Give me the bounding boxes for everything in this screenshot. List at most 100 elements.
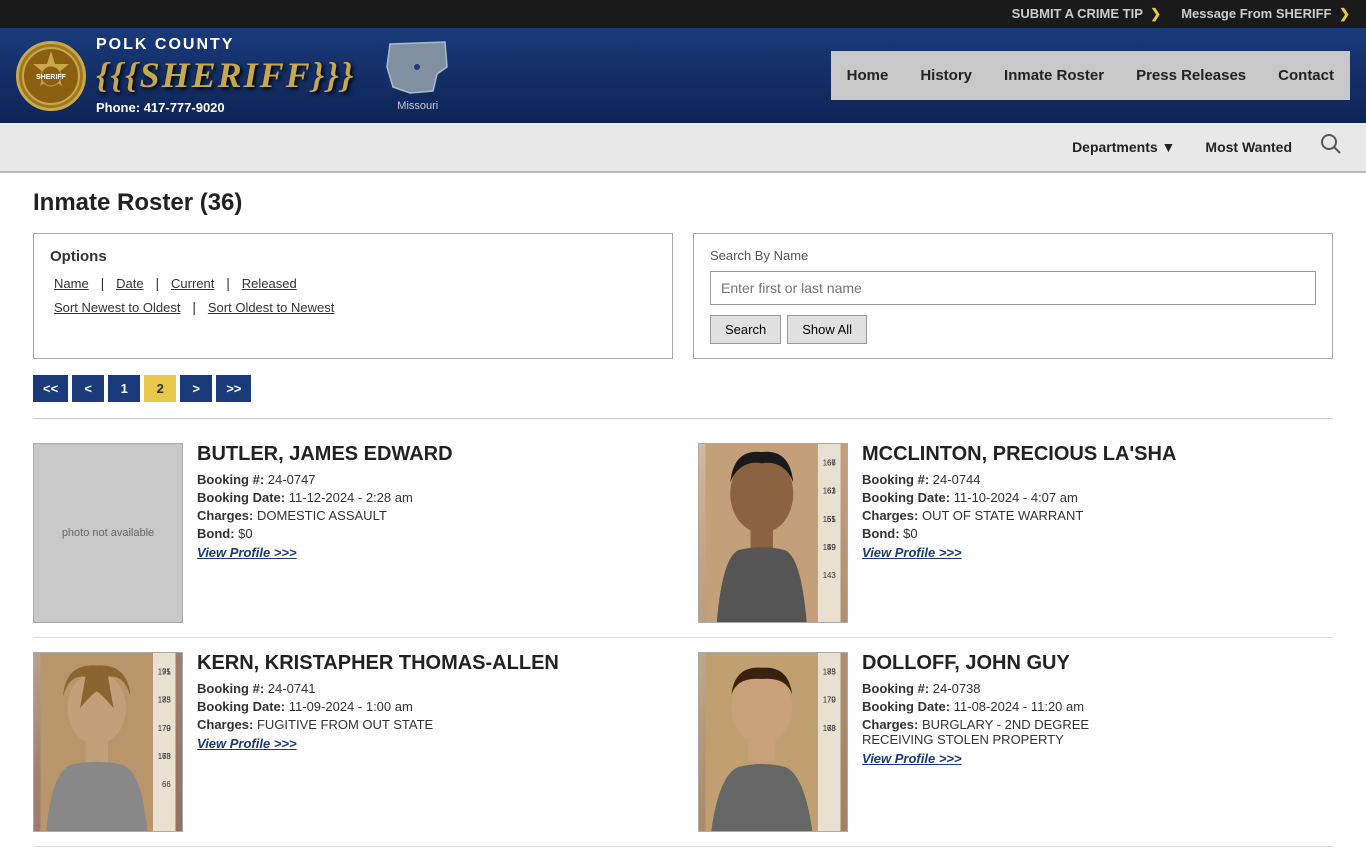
booking-date-label-mc: Booking Date:	[862, 490, 950, 505]
sort-newest-link[interactable]: Sort Newest to Oldest	[50, 300, 184, 315]
booking-num-value-dolloff: 24-0738	[933, 681, 981, 696]
page-first-button[interactable]: <<	[33, 375, 68, 402]
sheriff-title-block: POLK COUNTY {{{SHERIFF}}} Phone: 417-777…	[96, 36, 355, 115]
page-last-button[interactable]: >>	[216, 375, 251, 402]
svg-text:59: 59	[827, 543, 836, 552]
crime-tip-chevron: ❯	[1150, 6, 1161, 21]
options-filter-links: Name | Date | Current | Released	[50, 275, 656, 291]
show-all-button[interactable]: Show All	[787, 315, 867, 344]
message-prefix: Message From	[1181, 6, 1276, 21]
inmate-booking-num-dolloff: Booking #: 24-0738	[862, 681, 1089, 696]
inmate-photo-dolloff: 185 179 173 73 70 68	[698, 652, 848, 832]
divider-top	[33, 418, 1333, 419]
svg-text:63: 63	[827, 487, 836, 496]
search-button[interactable]: Search	[710, 315, 781, 344]
filter-released-link[interactable]: Released	[238, 276, 301, 291]
inmate-info-kern: KERN, KRISTAPHER THOMAS-ALLEN Booking #:…	[197, 652, 559, 751]
booking-date-label-k: Booking Date:	[197, 699, 285, 714]
booking-num-value-butler: 24-0747	[268, 472, 316, 487]
inmate-charges-mcclinton: Charges: OUT OF STATE WARRANT	[862, 508, 1176, 523]
nav-press-releases[interactable]: Press Releases	[1120, 51, 1262, 100]
crime-tip-link[interactable]: SUBMIT A CRIME TIP ❯	[1012, 6, 1162, 22]
booking-date-value-kern: 11-09-2024 - 1:00 am	[289, 699, 413, 714]
svg-text:66: 66	[162, 780, 171, 789]
page-1-button[interactable]: 1	[108, 375, 140, 402]
pagination: << < 1 2 > >>	[33, 375, 1333, 402]
filter-name-link[interactable]: Name	[50, 276, 93, 291]
view-profile-dolloff[interactable]: View Profile >>>	[862, 751, 962, 766]
page-next-button[interactable]: >	[180, 375, 212, 402]
sheriff-word: {{{SHERIFF}}}	[96, 54, 355, 96]
charges-value-mcclinton: OUT OF STATE WARRANT	[922, 508, 1083, 523]
view-profile-butler[interactable]: View Profile >>>	[197, 545, 297, 560]
booking-num-label-d: Booking #:	[862, 681, 929, 696]
page-prev-button[interactable]: <	[72, 375, 104, 402]
options-title: Options	[50, 248, 656, 265]
booking-date-label: Booking Date:	[197, 490, 285, 505]
crime-tip-highlight: CRIME TIP	[1077, 6, 1143, 21]
bond-label: Bond:	[197, 526, 235, 541]
inmate-booking-date-dolloff: Booking Date: 11-08-2024 - 11:20 am	[862, 699, 1089, 714]
inmate-photo-kern: 191 185 179 173 75 73 70 68 66	[33, 652, 183, 832]
sort-oldest-link[interactable]: Sort Oldest to Newest	[204, 300, 338, 315]
inmate-booking-date-kern: Booking Date: 11-09-2024 - 1:00 am	[197, 699, 559, 714]
booking-num-value-mcclinton: 24-0744	[933, 472, 981, 487]
most-wanted-label: Most Wanted	[1205, 139, 1292, 155]
charges-value-butler: DOMESTIC ASSAULT	[257, 508, 387, 523]
search-by-name-label: Search By Name	[710, 248, 1316, 263]
options-search-row: Options Name | Date | Current | Released…	[33, 233, 1333, 359]
inmate-info-butler: BUTLER, JAMES EDWARD Booking #: 24-0747 …	[197, 443, 453, 560]
inmate-booking-num-kern: Booking #: 24-0741	[197, 681, 559, 696]
charges-value-kern: FUGITIVE FROM OUT STATE	[257, 717, 433, 732]
charges-label-mc: Charges:	[862, 508, 918, 523]
message-highlight: SHERIFF	[1276, 6, 1332, 21]
polk-county-label: POLK COUNTY	[96, 36, 355, 54]
svg-text:73: 73	[827, 668, 836, 677]
main-nav-bar: Home History Inmate Roster Press Release…	[831, 51, 1350, 100]
sheriff-badge: SHERIFF	[16, 41, 86, 111]
inmate-name-mcclinton: MCCLINTON, PRECIOUS LA'SHA	[862, 443, 1176, 466]
state-label: Missouri	[385, 100, 450, 112]
inmate-info-dolloff: DOLLOFF, JOHN GUY Booking #: 24-0738 Boo…	[862, 652, 1089, 766]
svg-text:61: 61	[827, 515, 836, 524]
inmate-booking-date-mcclinton: Booking Date: 11-10-2024 - 4:07 am	[862, 490, 1176, 505]
svg-text:70: 70	[162, 724, 171, 733]
nav-inmate-roster[interactable]: Inmate Roster	[988, 51, 1120, 100]
bond-value-mcclinton: $0	[903, 526, 917, 541]
nav-contact[interactable]: Contact	[1262, 51, 1350, 100]
header-nav: Home History Inmate Roster Press Release…	[470, 51, 1350, 100]
bond-label-mc: Bond:	[862, 526, 900, 541]
booking-date-value-butler: 11-12-2024 - 2:28 am	[289, 490, 413, 505]
filter-date-link[interactable]: Date	[112, 276, 147, 291]
phone-info: Phone: 417-777-9020	[96, 100, 355, 115]
options-box: Options Name | Date | Current | Released…	[33, 233, 673, 359]
most-wanted-link[interactable]: Most Wanted	[1195, 133, 1302, 161]
view-profile-kern[interactable]: View Profile >>>	[197, 736, 297, 751]
bond-value-butler: $0	[238, 526, 252, 541]
departments-button[interactable]: Departments ▼	[1062, 133, 1185, 161]
svg-text:68: 68	[162, 752, 171, 761]
missouri-map: Missouri	[385, 39, 450, 112]
svg-text:143: 143	[823, 571, 837, 580]
page-2-button[interactable]: 2	[144, 375, 176, 402]
message-sheriff-link[interactable]: Message From SHERIFF ❯	[1181, 6, 1350, 22]
charges-label: Charges:	[197, 508, 253, 523]
svg-text:73: 73	[162, 696, 171, 705]
name-search-input[interactable]	[710, 271, 1316, 305]
nav-home[interactable]: Home	[831, 51, 905, 100]
booking-num-label-k: Booking #:	[197, 681, 264, 696]
inmate-entry-butler: photo not available BUTLER, JAMES EDWARD…	[33, 443, 668, 623]
sort-links: Sort Newest to Oldest | Sort Oldest to N…	[50, 299, 656, 315]
inmate-name-butler: BUTLER, JAMES EDWARD	[197, 443, 453, 466]
filter-current-link[interactable]: Current	[167, 276, 218, 291]
main-content: Inmate Roster (36) Options Name | Date |…	[13, 173, 1353, 863]
nav-history[interactable]: History	[904, 51, 988, 100]
inmate-name-kern: KERN, KRISTAPHER THOMAS-ALLEN	[197, 652, 559, 675]
booking-date-value-mcclinton: 11-10-2024 - 4:07 am	[954, 490, 1078, 505]
message-chevron: ❯	[1339, 6, 1350, 21]
inmate-charges-butler: Charges: DOMESTIC ASSAULT	[197, 508, 453, 523]
site-search-button[interactable]	[1312, 129, 1350, 165]
view-profile-mcclinton[interactable]: View Profile >>>	[862, 545, 962, 560]
inmate-booking-num-mcclinton: Booking #: 24-0744	[862, 472, 1176, 487]
inmate-entry-kern: 191 185 179 173 75 73 70 68 66	[33, 652, 668, 832]
